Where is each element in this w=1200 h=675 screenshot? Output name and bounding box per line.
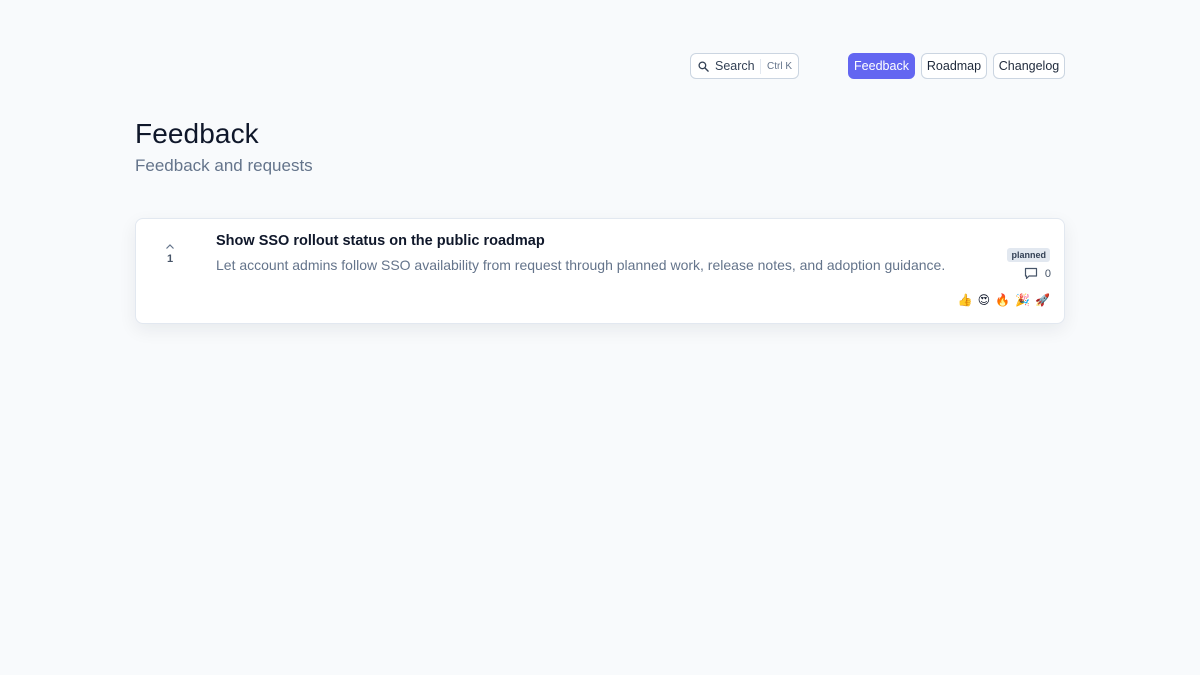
- feedback-title[interactable]: Show SSO rollout status on the public ro…: [216, 233, 545, 249]
- nav-roadmap-button[interactable]: Roadmap: [921, 53, 987, 79]
- nav-changelog-button[interactable]: Changelog: [993, 53, 1065, 79]
- comment-count-button[interactable]: 0: [1024, 267, 1051, 280]
- page-subtitle: Feedback and requests: [135, 156, 313, 175]
- reaction-bar: 👍 😍 🔥 🎉 🚀: [953, 293, 1050, 307]
- upvote-button[interactable]: 1: [158, 243, 182, 265]
- comment-count: 0: [1044, 267, 1051, 280]
- reaction-heart-eyes[interactable]: 😍: [978, 293, 991, 307]
- search-label: Search: [715, 59, 755, 73]
- feedback-card[interactable]: 1 Show SSO rollout status on the public …: [135, 218, 1065, 324]
- reaction-thumbs-up[interactable]: 👍: [958, 293, 973, 307]
- search-shortcut-hint: Ctrl K: [760, 59, 792, 74]
- page-title: Feedback: [135, 118, 259, 149]
- chevron-up-icon: [166, 244, 174, 249]
- comment-icon: [1024, 267, 1037, 280]
- feedback-description: Let account admins follow SSO availabili…: [216, 257, 946, 273]
- reaction-fire[interactable]: 🔥: [995, 293, 1010, 307]
- status-badge: planned: [1007, 248, 1050, 262]
- nav-feedback-button[interactable]: Feedback: [848, 53, 915, 79]
- vote-count: 1: [166, 253, 174, 265]
- reaction-rocket[interactable]: 🚀: [1035, 293, 1050, 307]
- search-icon: [698, 60, 709, 72]
- reaction-party[interactable]: 🎉: [1015, 293, 1030, 307]
- top-navigation: Search Ctrl K Feedback Roadmap Changelog: [0, 53, 1200, 79]
- search-button[interactable]: Search Ctrl K: [690, 53, 799, 79]
